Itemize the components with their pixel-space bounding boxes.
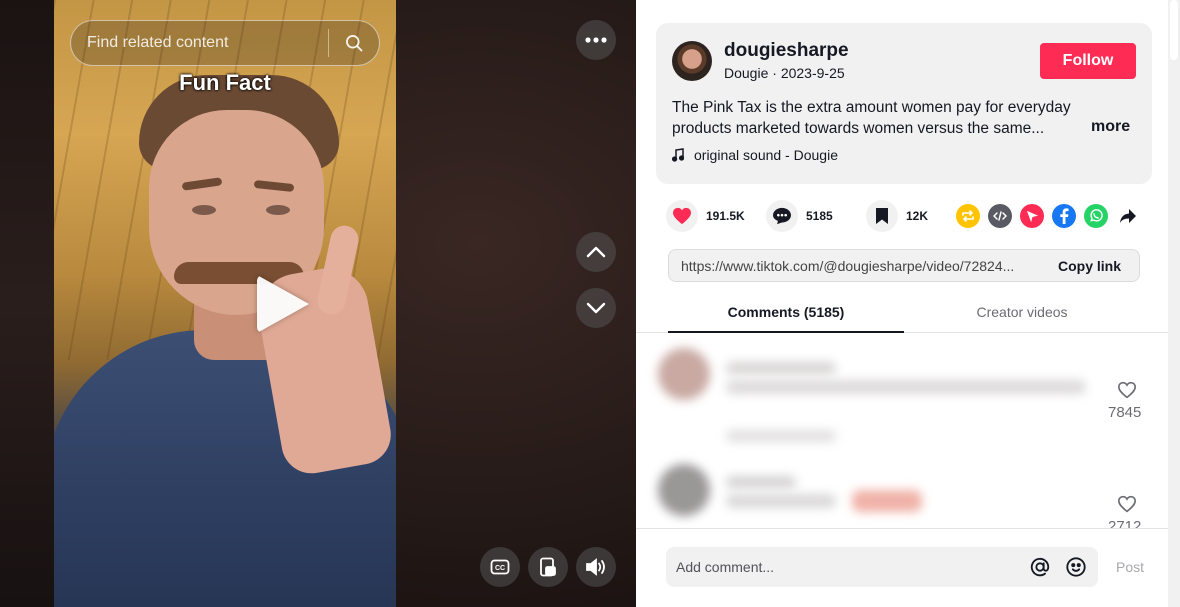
chevron-down-icon: [586, 302, 606, 314]
floating-player-button[interactable]: [528, 547, 568, 587]
save-count: 12K: [906, 209, 929, 223]
tab-creator-videos[interactable]: Creator videos: [904, 293, 1140, 333]
next-video-button[interactable]: [576, 288, 616, 328]
sound-link[interactable]: original sound - Dougie: [672, 147, 838, 163]
share-options: [956, 204, 1140, 228]
post-comment-button[interactable]: Post: [1116, 559, 1144, 575]
heart-outline-icon[interactable]: [1117, 381, 1137, 399]
more-options-button[interactable]: [576, 20, 616, 60]
search-button[interactable]: [329, 21, 379, 65]
previous-video-button[interactable]: [576, 232, 616, 272]
video-player[interactable]: Fun Fact: [54, 0, 396, 607]
comment-tag: [852, 490, 922, 512]
comment-like-count: 7845: [1108, 404, 1142, 421]
search-icon: [346, 35, 363, 52]
scrollbar[interactable]: [1168, 0, 1180, 607]
details-panel: dougiesharpe Dougie · 2023-9-25 Follow T…: [636, 0, 1180, 607]
comment-like-count: 2712: [1108, 518, 1142, 528]
share-arrow-icon: [1120, 209, 1136, 223]
facebook-icon: [1060, 208, 1069, 224]
scrollbar-thumb[interactable]: [1170, 0, 1178, 60]
save-button[interactable]: 12K: [866, 200, 946, 232]
whatsapp-share-button[interactable]: [1084, 204, 1108, 228]
comment-author: [726, 362, 836, 374]
comment-icon: [773, 207, 791, 225]
at-icon: [1030, 557, 1050, 577]
background-blur: [0, 0, 56, 607]
post-info-card: dougiesharpe Dougie · 2023-9-25 Follow T…: [656, 23, 1152, 184]
facebook-share-button[interactable]: [1052, 204, 1076, 228]
more-link[interactable]: more: [1091, 118, 1130, 136]
search-input[interactable]: [71, 21, 328, 65]
emoji-button[interactable]: [1062, 553, 1090, 581]
follow-button[interactable]: Follow: [1040, 43, 1136, 79]
comment-list: 7845 2712: [636, 334, 1168, 528]
comment-avatar: [658, 464, 710, 516]
comment-input[interactable]: [666, 547, 1026, 587]
username[interactable]: dougiesharpe: [724, 40, 849, 62]
post-date: 2023-9-25: [780, 65, 845, 81]
comment-meta: [726, 430, 836, 442]
description-line: products marketed towards women versus t…: [672, 120, 1045, 137]
embed-icon: [993, 211, 1007, 221]
comment-author: [726, 476, 796, 488]
comment-avatar: [658, 348, 710, 400]
display-name: Dougie: [724, 65, 769, 81]
comment-composer: Post: [636, 528, 1168, 607]
comment-button[interactable]: 5185: [766, 200, 846, 232]
ellipsis-icon: [585, 37, 607, 43]
video-stage: Fun Fact CC: [0, 0, 636, 607]
share-link-box: https://www.tiktok.com/@dougiesharpe/vid…: [668, 249, 1140, 282]
like-count: 191.5K: [706, 209, 745, 223]
volume-button[interactable]: [576, 547, 616, 587]
post-description: The Pink Tax is the extra amount women p…: [672, 97, 1142, 139]
chevron-up-icon: [586, 246, 606, 258]
subline-separator: ·: [768, 65, 781, 81]
send-icon: [1026, 210, 1038, 222]
repost-button[interactable]: [956, 204, 980, 228]
related-search: [70, 20, 380, 66]
emoji-icon: [1066, 557, 1086, 577]
mention-button[interactable]: [1026, 553, 1054, 581]
comment-count: 5185: [806, 209, 833, 223]
description-line: The Pink Tax is the extra amount women p…: [672, 99, 1071, 116]
whatsapp-icon: [1090, 209, 1103, 222]
closed-captions-icon: CC: [490, 559, 510, 575]
repost-icon: [962, 210, 974, 222]
embed-button[interactable]: [988, 204, 1012, 228]
floating-player-icon: [540, 557, 556, 577]
send-to-friends-button[interactable]: [1020, 204, 1044, 228]
heart-icon: [673, 207, 691, 225]
avatar[interactable]: [672, 41, 712, 81]
more-share-button[interactable]: [1116, 204, 1140, 228]
tab-comments[interactable]: Comments (5185): [668, 293, 904, 333]
heart-outline-icon[interactable]: [1117, 495, 1137, 513]
video-person-eye: [266, 205, 290, 215]
author-subline: Dougie · 2023-9-25: [724, 65, 845, 81]
video-caption: Fun Fact: [179, 70, 271, 95]
music-note-icon: [672, 148, 684, 162]
play-icon[interactable]: [257, 275, 309, 333]
panel-tabs: Comments (5185) Creator videos: [636, 293, 1168, 333]
engagement-stats: 191.5K 5185 12K: [666, 198, 966, 234]
video-link[interactable]: https://www.tiktok.com/@dougiesharpe/vid…: [669, 258, 1046, 274]
comment-text: [726, 494, 836, 508]
captions-button[interactable]: CC: [480, 547, 520, 587]
bookmark-icon: [876, 208, 888, 224]
copy-link-button[interactable]: Copy link: [1046, 258, 1139, 274]
volume-icon: [586, 558, 605, 576]
video-person-eye: [192, 205, 216, 215]
like-button[interactable]: 191.5K: [666, 200, 746, 232]
sound-label: original sound - Dougie: [694, 147, 838, 163]
svg-text:CC: CC: [495, 565, 505, 572]
comment-text: [726, 380, 1086, 394]
comment-box: [666, 547, 1098, 587]
